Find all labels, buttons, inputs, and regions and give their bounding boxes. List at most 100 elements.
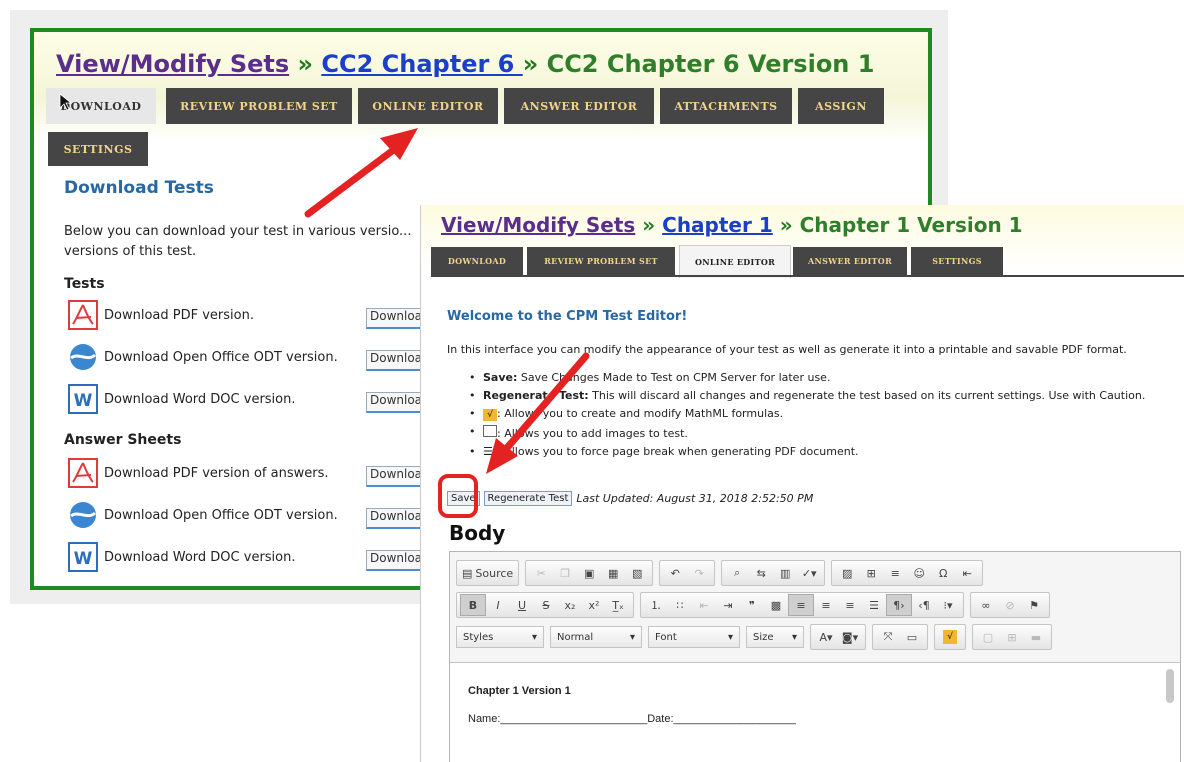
- svg-text:W: W: [74, 391, 93, 411]
- special-char-icon[interactable]: Ω: [931, 563, 955, 583]
- document-name-line: Name:________________________Date:______…: [468, 713, 796, 725]
- bold-icon[interactable]: B: [460, 594, 486, 616]
- tab-download[interactable]: DOWNLOAD: [46, 88, 156, 124]
- disabled-tool-icon[interactable]: ▬: [1024, 627, 1048, 647]
- tab-review-problem-set[interactable]: REVIEW PROBLEM SET: [527, 247, 675, 275]
- text-color-icon[interactable]: A▾: [814, 627, 838, 647]
- download-label: Download PDF version.: [104, 307, 254, 323]
- table-icon[interactable]: ⊞: [859, 563, 883, 583]
- ltr-icon[interactable]: ¶›: [886, 594, 912, 616]
- remove-format-icon[interactable]: T̲ₓ: [606, 595, 630, 615]
- underline-icon[interactable]: U: [510, 595, 534, 615]
- tab-settings[interactable]: SETTINGS: [911, 247, 1003, 275]
- paste-text-icon[interactable]: ▦: [601, 563, 625, 583]
- size-value: Size: [753, 631, 774, 643]
- align-left-icon[interactable]: ≡: [788, 594, 814, 616]
- find-icon[interactable]: ⌕: [725, 563, 749, 583]
- unlink-icon[interactable]: ⊘: [998, 595, 1022, 615]
- horizontal-line-icon[interactable]: ≡: [883, 563, 907, 583]
- toolbar-group: A▾ ◙▾: [810, 624, 866, 650]
- source-button[interactable]: ▤ Source: [460, 563, 515, 583]
- spellcheck-icon[interactable]: ✓▾: [797, 563, 821, 583]
- copy-icon[interactable]: ❐: [553, 563, 577, 583]
- download-row: Download PDF version of answers.: [66, 456, 328, 490]
- smiley-icon[interactable]: ☺: [907, 563, 931, 583]
- italic-icon[interactable]: I: [486, 595, 510, 615]
- breadcrumb-link-chapter[interactable]: Chapter 1: [662, 213, 773, 237]
- bullet-term: Save:: [483, 371, 518, 384]
- undo-icon[interactable]: ↶: [663, 563, 687, 583]
- redo-icon[interactable]: ↷: [687, 563, 711, 583]
- regenerate-test-button[interactable]: Regenerate Test: [483, 491, 573, 506]
- source-label: Source: [475, 566, 514, 580]
- breadcrumb-separator: »: [635, 213, 663, 237]
- editor-toolbar-row: Styles ▾ Normal ▾ Font ▾ Size ▾ A▾ ◙▾ ⤧ ▭ √ …: [456, 624, 1058, 650]
- bg-color-icon[interactable]: ◙▾: [838, 627, 862, 647]
- font-dropdown[interactable]: Font ▾: [648, 626, 740, 648]
- breadcrumb-link-view-modify-sets[interactable]: View/Modify Sets: [441, 213, 635, 237]
- word-icon: W: [66, 541, 100, 573]
- paste-icon[interactable]: ▣: [577, 563, 601, 583]
- toolbar-group: B I U S x₂ x² T̲ₓ: [456, 592, 634, 618]
- list-item: : Allows you to add images to test.: [469, 425, 1169, 441]
- tab-assign[interactable]: ASSIGN: [798, 88, 884, 124]
- anchor-icon[interactable]: ⚑: [1022, 595, 1046, 615]
- tab-answer-editor[interactable]: ANSWER EDITOR: [504, 88, 654, 124]
- help-list: Save: Save Changes Made to Test on CPM S…: [469, 371, 1169, 463]
- tab-answer-editor[interactable]: ANSWER EDITOR: [793, 247, 907, 275]
- image-icon[interactable]: ▨: [835, 563, 859, 583]
- bullet-term: Regenerate Test:: [483, 389, 589, 402]
- show-blocks-icon[interactable]: ▭: [900, 627, 924, 647]
- tab-underline: [431, 275, 1184, 277]
- tab-online-editor[interactable]: ONLINE EDITOR: [358, 88, 498, 124]
- numbered-list-icon[interactable]: ⒈: [644, 595, 668, 615]
- list-item: Save: Save Changes Made to Test on CPM S…: [469, 371, 1169, 385]
- page-break-icon[interactable]: ⇤: [955, 563, 979, 583]
- maximize-icon[interactable]: ⤧: [876, 627, 900, 647]
- align-center-icon[interactable]: ≡: [814, 595, 838, 615]
- select-all-icon[interactable]: ▥: [773, 563, 797, 583]
- mathml-icon[interactable]: √: [938, 627, 962, 647]
- disabled-tool-icon[interactable]: ⊞: [1000, 627, 1024, 647]
- format-dropdown[interactable]: Normal ▾: [550, 626, 642, 648]
- tab-review-problem-set[interactable]: REVIEW PROBLEM SET: [166, 88, 352, 124]
- download-row: W Download Word DOC version.: [66, 382, 296, 416]
- blockquote-icon[interactable]: ❞: [740, 595, 764, 615]
- pdf-icon: [66, 299, 100, 331]
- indent-icon[interactable]: ⇥: [716, 595, 740, 615]
- justify-icon[interactable]: ☰: [862, 595, 886, 615]
- language-icon[interactable]: ⁝▾: [936, 595, 960, 615]
- rtl-icon[interactable]: ‹¶: [912, 595, 936, 615]
- link-icon[interactable]: ∞: [974, 595, 998, 615]
- editor-document[interactable]: Chapter 1 Version 1 Name:_______________…: [450, 662, 1180, 762]
- subscript-icon[interactable]: x₂: [558, 595, 582, 615]
- tab-attachments[interactable]: ATTACHMENTS: [660, 88, 792, 124]
- bulleted-list-icon[interactable]: ∷: [668, 595, 692, 615]
- replace-icon[interactable]: ⇆: [749, 563, 773, 583]
- download-row: W Download Word DOC version.: [66, 540, 296, 574]
- align-right-icon[interactable]: ≡: [838, 595, 862, 615]
- div-icon[interactable]: ▩: [764, 595, 788, 615]
- breadcrumb-link-view-modify-sets[interactable]: View/Modify Sets: [56, 50, 289, 78]
- pdf-icon: [66, 457, 100, 489]
- breadcrumb-link-chapter[interactable]: CC2 Chapter 6: [321, 50, 522, 78]
- toolbar-group: ⤧ ▭: [872, 624, 928, 650]
- strikethrough-icon[interactable]: S: [534, 595, 558, 615]
- chevron-down-icon: ▾: [791, 631, 797, 643]
- superscript-icon[interactable]: x²: [582, 595, 606, 615]
- cut-icon[interactable]: ✂: [529, 563, 553, 583]
- styles-dropdown[interactable]: Styles ▾: [456, 626, 544, 648]
- toolbar-group: ⒈ ∷ ⇤ ⇥ ❞ ▩ ≡ ≡ ≡ ☰ ¶› ‹¶ ⁝▾: [640, 592, 964, 618]
- toolbar-group: ✂ ❐ ▣ ▦ ▧: [525, 560, 654, 586]
- tab-online-editor[interactable]: ONLINE EDITOR: [679, 245, 791, 278]
- disabled-tool-icon[interactable]: ▢: [976, 627, 1000, 647]
- outdent-icon[interactable]: ⇤: [692, 595, 716, 615]
- tab-download[interactable]: DOWNLOAD: [431, 247, 523, 275]
- size-dropdown[interactable]: Size ▾: [746, 626, 804, 648]
- download-label: Download PDF version of answers.: [104, 465, 329, 481]
- bullet-text: : Allows you to create and modify MathML…: [497, 407, 784, 420]
- intro-text: In this interface you can modify the app…: [447, 343, 1127, 356]
- svg-text:W: W: [74, 549, 93, 569]
- scrollbar[interactable]: [1166, 669, 1174, 703]
- paste-word-icon[interactable]: ▧: [625, 563, 649, 583]
